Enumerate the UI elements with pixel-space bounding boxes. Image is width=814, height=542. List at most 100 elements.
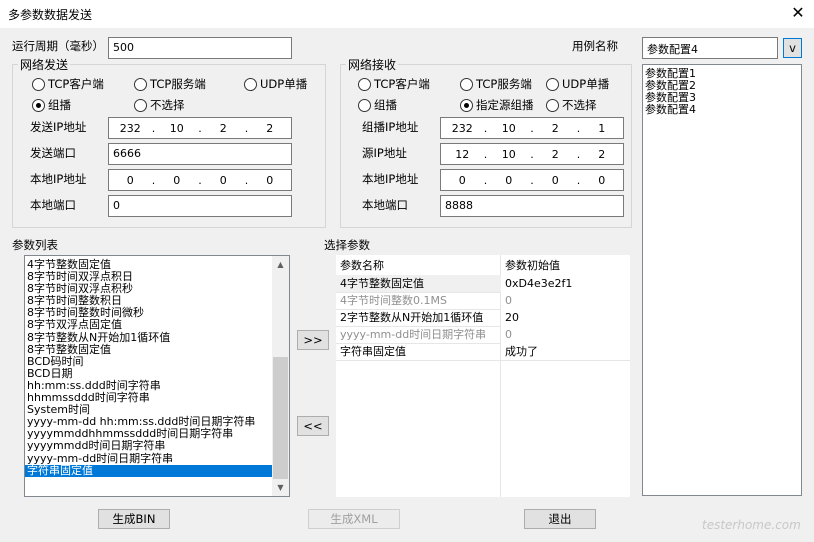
grid-row[interactable]: yyyy-mm-dd时间日期字符串 0 <box>336 326 630 344</box>
send-radio-1[interactable]: TCP服务端 <box>134 76 206 92</box>
ip-octet: 232 <box>119 121 141 135</box>
watermark: testerhome.com <box>702 518 801 532</box>
ip-octet: 0 <box>126 173 134 187</box>
scroll-down-icon[interactable]: ▼ <box>272 479 289 496</box>
close-button[interactable]: ✕ <box>786 2 810 24</box>
send-port-label: 发送端口 <box>30 146 76 160</box>
selected-params-grid[interactable]: 参数名称 参数初始值 4字节整数固定值 0xD4e3e2f1 4字节时间整数0.1M… <box>336 255 630 497</box>
ip-octet: 0 <box>505 173 513 187</box>
param-list-item[interactable]: yyyymmdd时间日期字符串 <box>25 440 273 452</box>
period-input[interactable]: 500 <box>108 37 292 59</box>
selected-params-label: 选择参数 <box>324 238 370 252</box>
send-ip-input[interactable]: 232. 10. 2. 2 <box>108 117 292 139</box>
recv-mcast-ip-input[interactable]: 232. 10. 2. 1 <box>440 117 624 139</box>
ip-octet: 2 <box>598 147 606 161</box>
recv-radio-2[interactable]: UDP单播 <box>546 76 609 92</box>
ip-dot: . <box>530 121 534 135</box>
grid-cell-value[interactable]: 0 <box>501 292 630 310</box>
recv-radio-1[interactable]: TCP服务端 <box>460 76 532 92</box>
ip-dot: . <box>244 121 249 135</box>
grid-cell-value[interactable]: 0 <box>501 326 630 344</box>
grid-cell-value[interactable]: 20 <box>501 309 630 327</box>
ip-octet: 10 <box>501 121 516 135</box>
send-port-input[interactable]: 6666 <box>108 143 292 165</box>
grid-header-name: 参数名称 <box>340 259 384 272</box>
grid-cell-value[interactable]: 0xD4e3e2f1 <box>501 275 630 293</box>
ip-octet: 2 <box>219 121 227 135</box>
recv-radio-4[interactable]: 指定源组播 <box>460 97 534 113</box>
send-local-port-input[interactable]: 0 <box>108 195 292 217</box>
param-list-scrollbar[interactable]: ▲ ▼ <box>272 256 289 496</box>
radio-label: TCP服务端 <box>150 77 206 91</box>
recv-local-port-label: 本地端口 <box>362 198 408 212</box>
radio-circle-icon <box>546 77 559 91</box>
scroll-up-icon[interactable]: ▲ <box>272 256 289 273</box>
param-list-item[interactable]: 8字节双浮点固定值 <box>25 319 273 331</box>
radio-label: TCP服务端 <box>476 77 532 91</box>
generate-xml-button[interactable]: 生成XML <box>308 509 400 529</box>
recv-src-ip-input[interactable]: 12. 10. 2. 2 <box>440 143 624 165</box>
grid-row[interactable]: 字符串固定值 成功了 <box>336 343 630 361</box>
recv-radio-5[interactable]: 不选择 <box>546 97 597 113</box>
grid-row[interactable]: 4字节整数固定值 0xD4e3e2f1 <box>336 275 630 293</box>
recv-radio-0[interactable]: TCP客户端 <box>358 76 430 92</box>
case-name-input[interactable]: 参数配置4 <box>642 37 778 59</box>
radio-circle-icon <box>32 77 45 91</box>
generate-bin-button[interactable]: 生成BIN <box>98 509 170 529</box>
ip-octet: 0 <box>219 173 227 187</box>
radio-label: UDP单播 <box>562 77 610 91</box>
recv-local-ip-input[interactable]: 0. 0. 0. 0 <box>440 169 624 191</box>
ip-dot: . <box>576 147 581 161</box>
window-title: 多参数数据发送 <box>8 8 93 22</box>
grid-cell-name: 字符串固定值 <box>340 345 406 358</box>
ip-dot: . <box>244 173 249 187</box>
param-rows: 4字节整数固定值 8字节时间双浮点积日 8字节时间双浮点积秒 8字节时间整数积日 8字节… <box>25 256 273 477</box>
param-list-item[interactable]: yyyy-mm-dd时间日期字符串 <box>25 452 273 465</box>
param-list-item[interactable]: 字符串固定值 <box>25 464 273 477</box>
exit-button[interactable]: 退出 <box>524 509 596 529</box>
scroll-thumb[interactable] <box>273 357 288 479</box>
ip-dot: . <box>483 173 488 187</box>
send-local-ip-input[interactable]: 0. 0. 0. 0 <box>108 169 292 191</box>
config-list[interactable]: 参数配置1 参数配置2 参数配置3 参数配置4 <box>642 64 802 496</box>
send-local-port-label: 本地端口 <box>30 198 76 212</box>
param-list-label: 参数列表 <box>12 238 58 252</box>
radio-label: 组播 <box>48 98 71 112</box>
radio-label: 不选择 <box>562 98 597 112</box>
send-ip-label: 发送IP地址 <box>30 120 87 134</box>
grid-header: 参数名称 参数初始值 <box>336 257 630 275</box>
case-name-dropdown-button[interactable]: v <box>783 38 802 58</box>
ip-octet: 12 <box>455 147 470 161</box>
ip-dot: . <box>576 121 581 135</box>
send-radio-4[interactable]: 不选择 <box>134 97 185 113</box>
title-bar: 多参数数据发送 ✕ <box>0 0 814 28</box>
ip-dot: . <box>198 121 202 135</box>
period-label: 运行周期（毫秒） <box>12 39 104 53</box>
recv-radio-3[interactable]: 组播 <box>358 97 397 113</box>
param-list[interactable]: 4字节整数固定值 8字节时间双浮点积日 8字节时间双浮点积秒 8字节时间整数积日 8字节… <box>24 255 290 497</box>
radio-circle-icon <box>358 77 371 91</box>
grid-row[interactable]: 2字节整数从N开始加1循环值 20 <box>336 309 630 327</box>
ip-dot: . <box>483 121 488 135</box>
param-list-item[interactable]: 8字节整数固定值 <box>25 343 273 356</box>
radio-circle-icon <box>32 98 45 112</box>
recv-local-port-input[interactable]: 8888 <box>440 195 624 217</box>
send-radio-3[interactable]: 组播 <box>32 97 71 113</box>
grid-header-value: 参数初始值 <box>505 259 560 272</box>
grid-cell-name: 4字节整数固定值 <box>340 277 424 290</box>
network-recv-title: 网络接收 <box>346 56 399 73</box>
grid-cell-value[interactable]: 成功了 <box>501 343 630 361</box>
param-list-item[interactable]: 8字节整数从N开始加1循环值 <box>25 331 273 344</box>
recv-local-ip-label: 本地IP地址 <box>362 172 419 186</box>
ip-octet: 0 <box>458 173 466 187</box>
config-item[interactable]: 参数配置4 <box>643 104 801 116</box>
ip-octet: 0 <box>551 173 559 187</box>
send-radio-2[interactable]: UDP单播 <box>244 76 307 92</box>
remove-param-button[interactable]: << <box>297 416 329 436</box>
radio-circle-icon <box>460 98 473 112</box>
ip-octet: 2 <box>551 147 559 161</box>
add-param-button[interactable]: >> <box>297 330 329 350</box>
send-radio-0[interactable]: TCP客户端 <box>32 76 104 92</box>
grid-row[interactable]: 4字节时间整数0.1MS 0 <box>336 292 630 310</box>
recv-mcast-label: 组播IP地址 <box>362 120 419 134</box>
